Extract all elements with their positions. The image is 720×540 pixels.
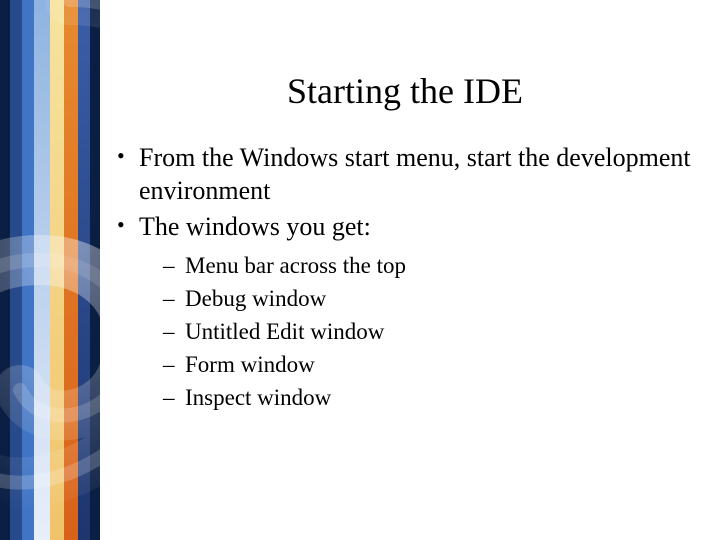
list-item: Debug window xyxy=(163,283,695,314)
list-item: Form window xyxy=(163,349,695,380)
slide-content: Starting the IDE From the Windows start … xyxy=(105,0,705,417)
stripe xyxy=(10,0,22,540)
stripe xyxy=(22,0,34,540)
stripe xyxy=(78,0,90,540)
stripe xyxy=(90,0,100,540)
list-item-text: Debug window xyxy=(185,286,326,311)
list-item-text: From the Windows start menu, start the d… xyxy=(139,143,691,205)
stripe xyxy=(50,0,64,540)
slide: Starting the IDE From the Windows start … xyxy=(0,0,720,540)
sub-bullet-list: Menu bar across the top Debug window Unt… xyxy=(139,250,695,413)
decorative-sidebar xyxy=(0,0,100,540)
stripe xyxy=(34,0,50,540)
list-item: Untitled Edit window xyxy=(163,316,695,347)
list-item: Inspect window xyxy=(163,382,695,413)
slide-title: Starting the IDE xyxy=(105,70,705,112)
list-item: The windows you get: Menu bar across the… xyxy=(115,211,695,413)
list-item-text: Menu bar across the top xyxy=(185,253,406,278)
list-item: From the Windows start menu, start the d… xyxy=(115,142,695,207)
list-item: Menu bar across the top xyxy=(163,250,695,281)
list-item-text: Inspect window xyxy=(185,385,331,410)
stripe xyxy=(0,0,10,540)
list-item-text: Form window xyxy=(185,352,315,377)
stripe xyxy=(64,0,78,540)
list-item-text: Untitled Edit window xyxy=(185,319,384,344)
bullet-list: From the Windows start menu, start the d… xyxy=(105,142,705,413)
list-item-text: The windows you get: xyxy=(139,212,371,241)
